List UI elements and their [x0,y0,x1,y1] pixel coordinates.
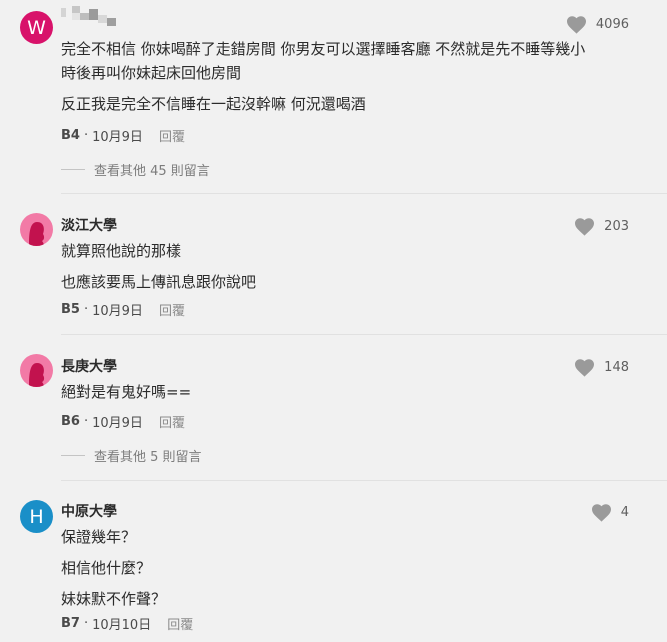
meta-separator: · [83,302,89,317]
heart-icon [575,359,595,377]
comment-line: 絕對是有鬼好嗎== [61,383,192,401]
female-avatar-icon [29,222,45,246]
reply-button[interactable]: 回覆 [159,300,185,319]
view-more-replies[interactable]: 查看其他 45 則留言 [61,160,210,179]
view-more-replies-label: 查看其他 5 則留言 [94,450,202,465]
comment-line: 完全不相信 你妹喝醉了走錯房間 你男友可以選擇睡客廳 不然就是先不睡等幾小 [61,40,586,58]
dash-divider [61,455,85,456]
comment-body: 就算照他說的那樣 也應該要馬上傳訊息跟你說吧 [61,239,641,294]
divider [61,480,667,481]
view-more-replies-label: 查看其他 45 則留言 [94,164,210,179]
comment-date: 10月9日 [92,130,143,145]
heart-icon [566,16,586,34]
comment-line: 時後再叫你妹起床回他房間 [61,64,242,82]
comment-date: 10月10日 [92,618,152,633]
meta-separator: · [83,414,89,429]
comment-body: 完全不相信 你妹喝醉了走錯房間 你男友可以選擇睡客廳 不然就是先不睡等幾小 時後… [61,37,641,116]
avatar[interactable]: H [20,500,53,533]
author-name[interactable]: 淡江大學 [61,215,117,235]
avatar[interactable] [20,213,53,246]
like-button[interactable]: 148 [574,358,629,377]
comment-body: 絕對是有鬼好嗎== [61,380,641,404]
divider [61,193,667,194]
like-count: 148 [604,360,629,375]
female-avatar-icon [29,363,45,387]
like-button[interactable]: 4 [591,503,629,522]
like-button[interactable]: 4096 [566,15,629,34]
comment-meta: B4 · 10月9日 回覆 [61,126,185,145]
comment-date: 10月9日 [92,304,143,319]
comment-line: 相信他什麼？ [61,559,152,577]
comment-date: 10月9日 [92,416,143,431]
comment-line: 也應該要馬上傳訊息跟你說吧 [61,273,257,291]
comment-body: 保證幾年？ 相信他什麼？ 妹妹默不作聲？ [61,525,641,611]
avatar[interactable]: W [20,11,53,44]
comment-line: 反正我是完全不信睡在一起沒幹嘛 何況還喝酒 [61,95,366,113]
reply-button[interactable]: 回覆 [167,614,193,633]
meta-separator: · [83,616,89,631]
meta-separator: · [83,128,89,143]
like-count: 4 [620,505,629,520]
floor-label: B4 [61,128,80,143]
like-count: 4096 [595,17,629,32]
avatar-letter: W [27,16,46,39]
comment-meta: B6 · 10月9日 回覆 [61,412,185,431]
divider [61,334,667,335]
heart-icon [575,218,595,236]
like-count: 203 [604,219,629,234]
floor-label: B6 [61,414,80,429]
comment-line: 就算照他說的那樣 [61,242,182,260]
author-name[interactable]: 中原大學 [61,501,117,521]
reply-button[interactable]: 回覆 [159,126,185,145]
view-more-replies[interactable]: 查看其他 5 則留言 [61,446,202,465]
comment-meta: B5 · 10月9日 回覆 [61,300,185,319]
reply-button[interactable]: 回覆 [159,412,185,431]
comment-line: 保證幾年？ [61,528,137,546]
like-button[interactable]: 203 [574,217,629,236]
comment-line: 妹妹默不作聲？ [61,590,167,608]
author-name-pixelated [61,6,123,26]
avatar-letter: H [29,505,44,528]
heart-icon [591,504,611,522]
floor-label: B7 [61,616,80,631]
comment-meta: B7 · 10月10日 回覆 [61,614,193,633]
dash-divider [61,169,85,170]
author-name[interactable]: 長庚大學 [61,356,117,376]
avatar[interactable] [20,354,53,387]
floor-label: B5 [61,302,80,317]
